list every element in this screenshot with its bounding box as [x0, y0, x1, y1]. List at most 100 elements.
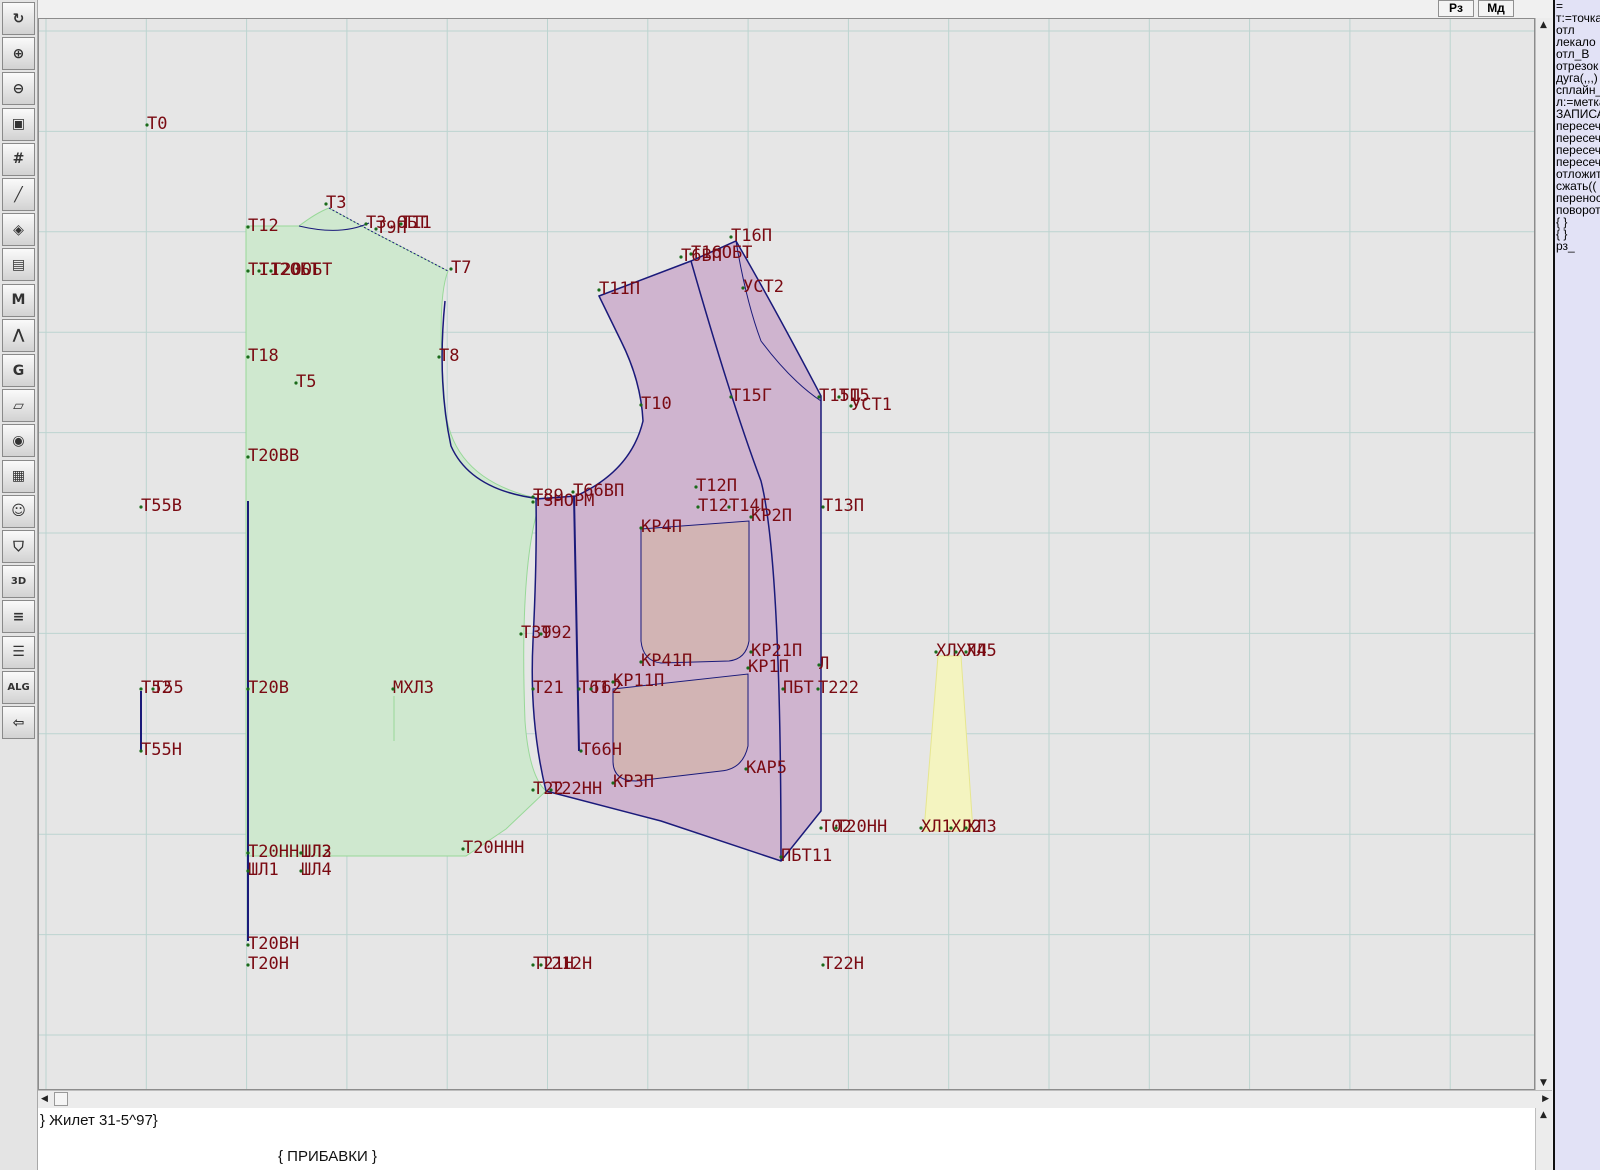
- point-marker[interactable]: [299, 851, 303, 855]
- point-marker[interactable]: [741, 286, 745, 290]
- point-marker[interactable]: [139, 687, 143, 691]
- point-marker[interactable]: [781, 687, 785, 691]
- point-marker[interactable]: [749, 650, 753, 654]
- point-marker[interactable]: [589, 687, 593, 691]
- point-marker[interactable]: [539, 963, 543, 967]
- point-marker[interactable]: [246, 943, 250, 947]
- point-marker[interactable]: [531, 788, 535, 792]
- point-marker[interactable]: [816, 687, 820, 691]
- point-marker[interactable]: [145, 123, 149, 127]
- point-marker[interactable]: [531, 500, 535, 504]
- point-marker[interactable]: [294, 381, 298, 385]
- point-marker[interactable]: [679, 255, 683, 259]
- point-marker[interactable]: [531, 687, 535, 691]
- grid-icon[interactable]: #: [2, 142, 35, 176]
- ruler-icon[interactable]: ▱: [2, 389, 35, 423]
- point-marker[interactable]: [246, 455, 250, 459]
- dart-shape[interactable]: [923, 655, 974, 832]
- point-marker[interactable]: [949, 826, 953, 830]
- point-marker[interactable]: [246, 963, 250, 967]
- point-marker[interactable]: [246, 225, 250, 229]
- point-marker[interactable]: [729, 235, 733, 239]
- point-marker[interactable]: [639, 660, 643, 664]
- exit-icon[interactable]: ⇦: [2, 706, 35, 739]
- scroll-right-icon[interactable]: ▶: [1542, 1094, 1549, 1104]
- point-marker[interactable]: [139, 505, 143, 509]
- vertical-scrollbar[interactable]: ▲ ▼: [1535, 18, 1552, 1090]
- point-marker[interactable]: [269, 269, 273, 273]
- point-marker[interactable]: [779, 855, 783, 859]
- point-marker[interactable]: [246, 269, 250, 273]
- point-marker[interactable]: [727, 505, 731, 509]
- point-marker[interactable]: [964, 826, 968, 830]
- document-icon[interactable]: ▦: [2, 459, 35, 493]
- jacket-icon[interactable]: ⛉: [2, 530, 35, 563]
- point-marker[interactable]: [746, 666, 750, 670]
- compass-icon[interactable]: ⋀: [2, 318, 35, 352]
- scroll-up-icon[interactable]: ▲: [1540, 20, 1547, 30]
- editor-scroll-up-icon[interactable]: ▲: [1540, 1110, 1547, 1120]
- point-marker[interactable]: [821, 963, 825, 967]
- point-marker[interactable]: [611, 680, 615, 684]
- point-marker[interactable]: [639, 526, 643, 530]
- stack-icon[interactable]: ☰: [2, 635, 35, 669]
- zoom-out-icon[interactable]: ⊖: [2, 72, 35, 106]
- line-segment-icon[interactable]: ╱: [2, 178, 35, 211]
- point-marker[interactable]: [461, 847, 465, 851]
- point-marker[interactable]: [299, 869, 303, 873]
- point-marker[interactable]: [696, 505, 700, 509]
- measurements-icon[interactable]: M: [2, 283, 35, 317]
- point-marker[interactable]: [399, 222, 403, 226]
- text-icon[interactable]: ≡: [2, 600, 35, 634]
- grading-icon[interactable]: G: [2, 354, 35, 387]
- point-marker[interactable]: [246, 355, 250, 359]
- pattern-piece-icon[interactable]: ▤: [2, 248, 35, 282]
- drawing-canvas[interactable]: Т0 Т3 Т12 Т3.ОБТ Т9П Т11 Т7 Т12ОБТ Т1 Т20ОБТ Т18 Т8…: [38, 18, 1535, 1090]
- point-marker[interactable]: [639, 403, 643, 407]
- upper-pocket[interactable]: [640, 520, 750, 664]
- point-marker[interactable]: [694, 485, 698, 489]
- editor-scrollbar[interactable]: ▲: [1535, 1108, 1552, 1170]
- point-marker[interactable]: [139, 749, 143, 753]
- point-marker[interactable]: [391, 687, 395, 691]
- point-marker[interactable]: [817, 663, 821, 667]
- script-editor[interactable]: } Жилет 31-5^97} { ПРИБАВКИ }: [38, 1108, 1552, 1170]
- point-marker[interactable]: [834, 826, 838, 830]
- point-marker[interactable]: [821, 505, 825, 509]
- horizontal-scroll-thumb[interactable]: [54, 1092, 68, 1106]
- point-marker[interactable]: [744, 767, 748, 771]
- md-button[interactable]: Мд: [1478, 0, 1514, 17]
- point-marker[interactable]: [519, 632, 523, 636]
- point-marker[interactable]: [749, 515, 753, 519]
- horizontal-scrollbar[interactable]: ◀ ▶: [38, 1090, 1552, 1108]
- point-marker[interactable]: [817, 395, 821, 399]
- point-marker[interactable]: [531, 963, 535, 967]
- point-marker[interactable]: [611, 781, 615, 785]
- 3d-icon[interactable]: 3D: [2, 565, 35, 599]
- refresh-icon[interactable]: ↻: [2, 2, 35, 35]
- point-marker[interactable]: [246, 687, 250, 691]
- point-marker[interactable]: [597, 288, 601, 292]
- point-marker[interactable]: [579, 749, 583, 753]
- point-marker[interactable]: [437, 355, 441, 359]
- point-marker[interactable]: [849, 404, 853, 408]
- zoom-in-icon[interactable]: ⊕: [2, 37, 35, 71]
- scroll-down-icon[interactable]: ▼: [1540, 1078, 1547, 1088]
- point-marker[interactable]: [246, 851, 250, 855]
- point-marker[interactable]: [934, 650, 938, 654]
- point-marker[interactable]: [364, 222, 368, 226]
- scroll-left-icon[interactable]: ◀: [41, 1094, 48, 1104]
- point-marker[interactable]: [919, 826, 923, 830]
- point-marker[interactable]: [151, 687, 155, 691]
- point-marker[interactable]: [539, 632, 543, 636]
- command-item[interactable]: рз_: [1555, 240, 1600, 252]
- pattern-icon[interactable]: ▣: [2, 107, 35, 141]
- point-marker[interactable]: [837, 395, 841, 399]
- point-marker[interactable]: [577, 687, 581, 691]
- rz-button[interactable]: Рз: [1438, 0, 1474, 17]
- avatar-icon[interactable]: ☺: [2, 494, 35, 528]
- alg-icon[interactable]: ALG: [2, 670, 35, 704]
- point-marker[interactable]: [954, 650, 958, 654]
- point-marker[interactable]: [324, 202, 328, 206]
- point-marker[interactable]: [449, 267, 453, 271]
